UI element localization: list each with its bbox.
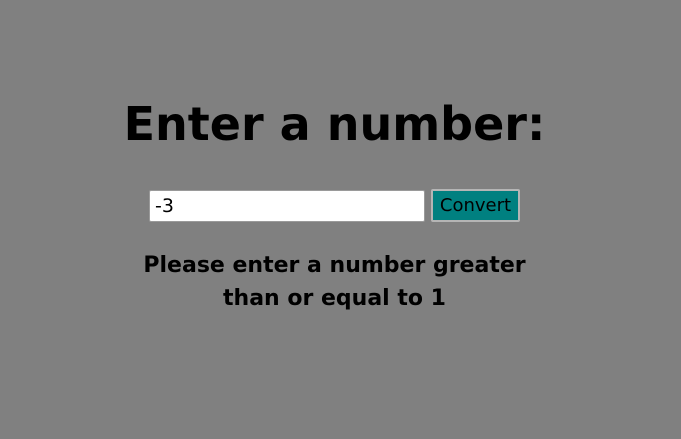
input-row: Convert <box>149 189 520 223</box>
error-message-container: Please enter a number greater than or eq… <box>0 249 675 315</box>
error-message: Please enter a number greater than or eq… <box>143 253 526 311</box>
number-input[interactable] <box>149 190 425 222</box>
convert-button[interactable]: Convert <box>431 189 520 222</box>
page-title: Enter a number: <box>123 97 546 151</box>
app-container: Enter a number: Convert Please enter a n… <box>0 0 681 439</box>
